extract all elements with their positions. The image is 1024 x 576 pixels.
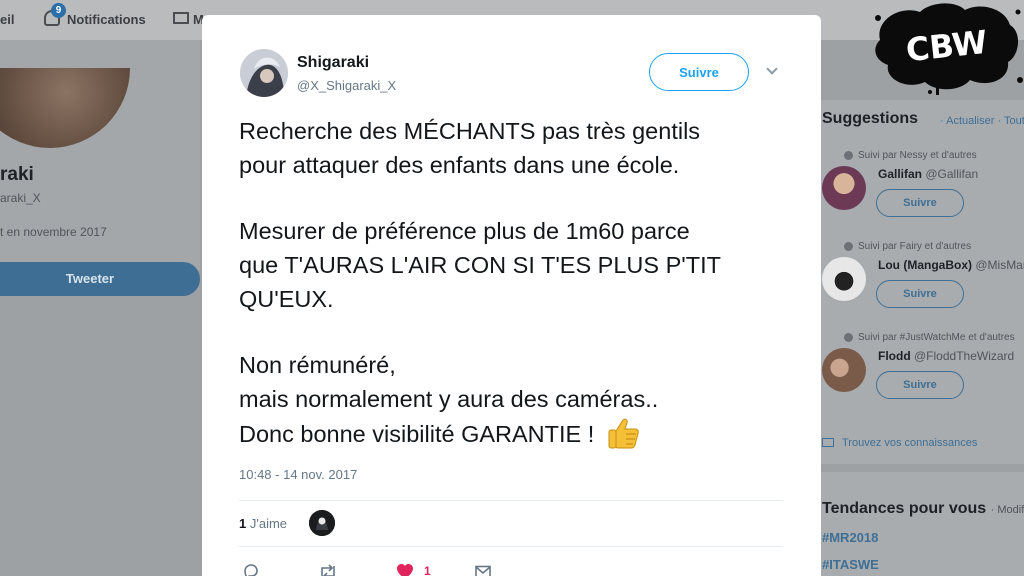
heart-icon[interactable]	[396, 563, 414, 576]
tweet-line: Recherche des MÉCHANTS pas très gentils	[239, 118, 701, 144]
person-icon	[844, 242, 853, 251]
suggestion-handle: @MisMangaBox	[975, 258, 1024, 272]
trend-item[interactable]: #ITASWE	[822, 557, 879, 572]
retweet-icon[interactable]	[318, 563, 338, 576]
find-friends-link[interactable]: Trouvez vos connaissances	[822, 437, 977, 449]
tweet-line: Non rémunéré,	[239, 352, 396, 378]
trends-change-link[interactable]: · Modifier	[991, 504, 1024, 516]
tweet-detail-modal: Shigaraki @X_Shigaraki_X Suivre Recherch…	[202, 15, 821, 576]
suggestions-actions[interactable]: · Actualiser · Tout afficher	[940, 115, 1024, 127]
suggestions-title: Suggestions	[822, 110, 919, 127]
trends-title: Tendances pour vous · Modifier	[822, 500, 1024, 518]
author-avatar[interactable]	[240, 49, 288, 97]
avatar[interactable]	[822, 257, 866, 301]
profile-name[interactable]: raki	[0, 164, 34, 186]
suggestion-handle: @Gallifan	[925, 167, 979, 181]
tweet-line: que T'AURAS L'AIR CON SI T'ES PLUS P'TIT	[239, 252, 722, 278]
like-count: 1	[424, 564, 431, 576]
person-icon	[844, 151, 853, 160]
suggestion-item: Suivi par Nessy et d'autres Gallifan @Ga…	[822, 150, 1024, 230]
author-avatar-image	[240, 49, 288, 97]
notifications-badge: 9	[51, 3, 66, 18]
contacts-icon	[822, 438, 834, 447]
avatar[interactable]	[822, 348, 866, 392]
tweet-timestamp[interactable]: 10:48 - 14 nov. 2017	[239, 467, 357, 482]
author-name[interactable]: Shigaraki	[297, 54, 369, 72]
reply-icon[interactable]	[242, 563, 260, 576]
liker-avatar[interactable]	[309, 510, 335, 536]
likes-stat[interactable]: 1 J'aime	[239, 516, 287, 531]
tweet-line: pour attaquer des enfants dans une école…	[239, 152, 680, 178]
suggestion-handle: @FloddTheWizard	[914, 349, 1015, 363]
follow-button[interactable]: Suivre	[876, 189, 964, 217]
tweet-text: Recherche des MÉCHANTS pas très gentils …	[239, 114, 799, 450]
divider	[239, 546, 783, 547]
tweet-line-last: Donc bonne visibilité GARANTIE !	[239, 416, 799, 450]
channel-logo-watermark: CBW	[875, 3, 1023, 95]
suggestion-social-context: Suivi par Fairy et d'autres	[858, 241, 972, 252]
suggestion-name[interactable]: Lou (MangaBox) @MisMangaBox	[878, 258, 1024, 272]
suggestion-social-context: Suivi par Nessy et d'autres	[858, 150, 977, 161]
tweet-button[interactable]: Tweeter	[0, 262, 200, 296]
trend-item[interactable]: #MR2018	[822, 530, 878, 545]
suggestion-social-context: Suivi par #JustWatchMe et d'autres	[858, 332, 1015, 343]
person-icon	[844, 333, 853, 342]
follow-button[interactable]: Suivre	[876, 280, 964, 308]
profile-joined-date: t en novembre 2017	[0, 225, 107, 239]
follow-button[interactable]: Suivre	[876, 371, 964, 399]
nav-notifications-label[interactable]: Notifications	[67, 12, 146, 27]
tweet-line: mais normalement y aura des caméras..	[239, 386, 659, 412]
suggestion-item: Suivi par Fairy et d'autres Lou (MangaBo…	[822, 241, 1024, 321]
profile-card: raki araki_X t en novembre 2017 Tweeter	[0, 40, 200, 296]
chevron-down-icon[interactable]	[766, 63, 778, 75]
dm-icon[interactable]	[474, 563, 492, 576]
profile-avatar[interactable]	[0, 68, 130, 148]
sidebar-divider	[820, 464, 1024, 472]
suggestion-item: Suivi par #JustWatchMe et d'autres Flodd…	[822, 332, 1024, 412]
mail-icon[interactable]	[173, 12, 189, 24]
tweet-line: Mesurer de préférence plus de 1m60 parce	[239, 218, 690, 244]
author-handle[interactable]: @X_Shigaraki_X	[297, 78, 396, 93]
avatar[interactable]	[822, 166, 866, 210]
suggestion-name[interactable]: Gallifan @Gallifan	[878, 167, 978, 181]
thumbs-up-emoji-icon	[608, 418, 640, 449]
follow-button[interactable]: Suivre	[649, 53, 749, 91]
nav-home-label[interactable]: eil	[0, 12, 14, 27]
suggestion-name[interactable]: Flodd @FloddTheWizard	[878, 349, 1014, 363]
profile-handle[interactable]: araki_X	[0, 191, 41, 205]
tweet-line: QU'EUX.	[239, 286, 334, 312]
divider	[239, 500, 783, 501]
